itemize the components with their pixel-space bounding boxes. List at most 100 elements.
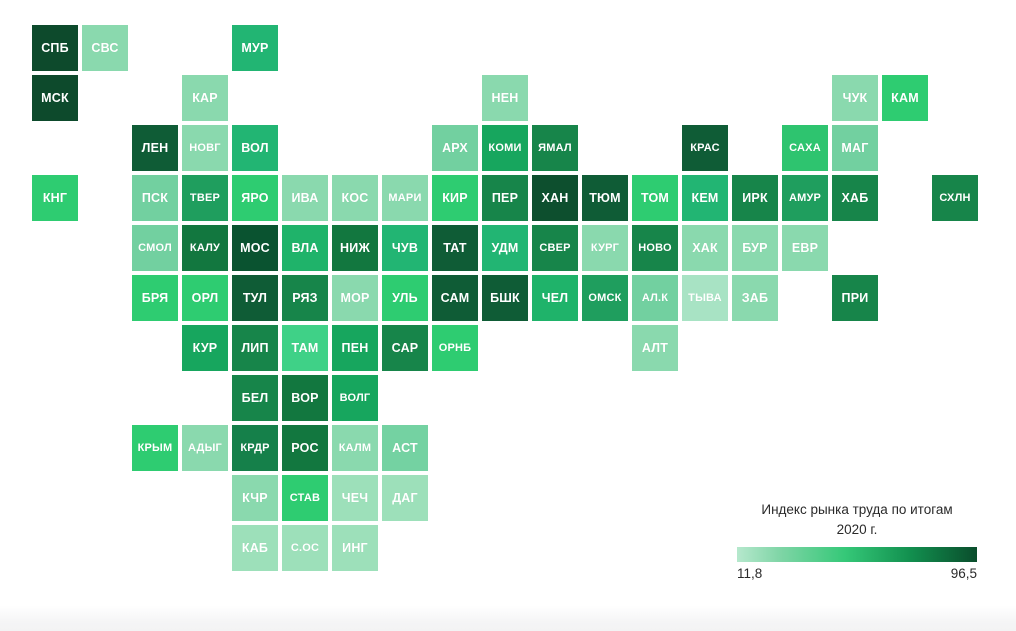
map-tile-вор[interactable]: ВОР (282, 375, 328, 421)
map-tile-label: КРАС (690, 141, 720, 154)
map-tile-омск[interactable]: ОМСК (582, 275, 628, 321)
map-tile-мск[interactable]: МСК (32, 75, 78, 121)
map-tile-заб[interactable]: ЗАБ (732, 275, 778, 321)
map-tile-label: ПРИ (841, 290, 869, 305)
map-tile-алт[interactable]: АЛТ (632, 325, 678, 371)
map-tile-ямал[interactable]: ЯМАЛ (532, 125, 578, 171)
map-tile-label: ОМСК (588, 291, 622, 304)
map-tile-при[interactable]: ПРИ (832, 275, 878, 321)
map-tile-коми[interactable]: КОМИ (482, 125, 528, 171)
map-tile-кам[interactable]: КАМ (882, 75, 928, 121)
map-tile-смол[interactable]: СМОЛ (132, 225, 178, 271)
map-tile-евр[interactable]: ЕВР (782, 225, 828, 271)
map-tile-крым[interactable]: КРЫМ (132, 425, 178, 471)
map-tile-чув[interactable]: ЧУВ (382, 225, 428, 271)
map-tile-сам[interactable]: САМ (432, 275, 478, 321)
map-tile-кос[interactable]: КОС (332, 175, 378, 221)
map-tile-орнб[interactable]: ОРНБ (432, 325, 478, 371)
map-tile-адыг[interactable]: АДЫГ (182, 425, 228, 471)
map-tile-удм[interactable]: УДМ (482, 225, 528, 271)
map-tile-том[interactable]: ТОМ (632, 175, 678, 221)
map-tile-ново[interactable]: НОВО (632, 225, 678, 271)
map-tile-калм[interactable]: КАЛМ (332, 425, 378, 471)
map-tile-аст[interactable]: АСТ (382, 425, 428, 471)
map-tile-бря[interactable]: БРЯ (132, 275, 178, 321)
map-tile-кар[interactable]: КАР (182, 75, 228, 121)
map-tile-арх[interactable]: АРХ (432, 125, 478, 171)
map-tile-бшк[interactable]: БШК (482, 275, 528, 321)
map-tile-кем[interactable]: КЕМ (682, 175, 728, 221)
map-tile-новг[interactable]: НОВГ (182, 125, 228, 171)
map-tile-хаб[interactable]: ХАБ (832, 175, 878, 221)
map-tile-label: ВОЛ (241, 140, 269, 155)
map-tile-ряз[interactable]: РЯЗ (282, 275, 328, 321)
map-tile-тыва[interactable]: ТЫВА (682, 275, 728, 321)
map-tile-label: КЕМ (691, 190, 719, 205)
map-tile-label: ЗАБ (741, 290, 769, 305)
map-tile-label: ПСК (141, 190, 169, 205)
map-tile-твер[interactable]: ТВЕР (182, 175, 228, 221)
map-tile-label: АЛТ (641, 340, 669, 355)
map-tile-лип[interactable]: ЛИП (232, 325, 278, 371)
map-tile-тюм[interactable]: ТЮМ (582, 175, 628, 221)
map-tile-label: ПЕН (341, 340, 369, 355)
map-tile-кчр[interactable]: КЧР (232, 475, 278, 521)
map-tile-хак[interactable]: ХАК (682, 225, 728, 271)
map-tile-каб[interactable]: КАБ (232, 525, 278, 571)
map-tile-кург[interactable]: КУРГ (582, 225, 628, 271)
map-tile-вол[interactable]: ВОЛ (232, 125, 278, 171)
map-tile-лен[interactable]: ЛЕН (132, 125, 178, 171)
map-tile-вла[interactable]: ВЛА (282, 225, 328, 271)
map-tile-там[interactable]: ТАМ (282, 325, 328, 371)
map-tile-label: АЛ.К (641, 291, 669, 304)
map-tile-бур[interactable]: БУР (732, 225, 778, 271)
map-tile-орл[interactable]: ОРЛ (182, 275, 228, 321)
map-tile-чук[interactable]: ЧУК (832, 75, 878, 121)
map-tile-ива[interactable]: ИВА (282, 175, 328, 221)
map-tile-даг[interactable]: ДАГ (382, 475, 428, 521)
map-tile-нен[interactable]: НЕН (482, 75, 528, 121)
map-tile-свс[interactable]: СВС (82, 25, 128, 71)
map-tile-label: АДЫГ (188, 441, 222, 454)
map-tile-схлн[interactable]: СХЛН (932, 175, 978, 221)
map-tile-яро[interactable]: ЯРО (232, 175, 278, 221)
map-tile-мур[interactable]: МУР (232, 25, 278, 71)
map-tile-с-ос[interactable]: С.ОС (282, 525, 328, 571)
map-tile-саха[interactable]: САХА (782, 125, 828, 171)
map-tile-чеч[interactable]: ЧЕЧ (332, 475, 378, 521)
map-tile-кнг[interactable]: КНГ (32, 175, 78, 221)
map-tile-пск[interactable]: ПСК (132, 175, 178, 221)
map-tile-калу[interactable]: КАЛУ (182, 225, 228, 271)
map-tile-свер[interactable]: СВЕР (532, 225, 578, 271)
map-tile-label: АМУР (788, 191, 822, 204)
map-tile-бел[interactable]: БЕЛ (232, 375, 278, 421)
map-tile-ал-к[interactable]: АЛ.К (632, 275, 678, 321)
map-tile-мари[interactable]: МАРИ (382, 175, 428, 221)
map-tile-мос[interactable]: МОС (232, 225, 278, 271)
map-tile-кир[interactable]: КИР (432, 175, 478, 221)
map-tile-крас[interactable]: КРАС (682, 125, 728, 171)
map-tile-хан[interactable]: ХАН (532, 175, 578, 221)
map-tile-ирк[interactable]: ИРК (732, 175, 778, 221)
map-tile-маг[interactable]: МАГ (832, 125, 878, 171)
map-tile-label: ИРК (742, 190, 768, 205)
map-tile-инг[interactable]: ИНГ (332, 525, 378, 571)
map-tile-став[interactable]: СТАВ (282, 475, 328, 521)
map-tile-тул[interactable]: ТУЛ (232, 275, 278, 321)
map-tile-уль[interactable]: УЛЬ (382, 275, 428, 321)
map-tile-рос[interactable]: РОС (282, 425, 328, 471)
map-tile-label: НОВГ (189, 141, 221, 154)
map-tile-label: АРХ (442, 140, 468, 155)
map-tile-спб[interactable]: СПБ (32, 25, 78, 71)
map-tile-кур[interactable]: КУР (182, 325, 228, 371)
map-tile-тат[interactable]: ТАТ (432, 225, 478, 271)
map-tile-крдр[interactable]: КРДР (232, 425, 278, 471)
map-tile-ниж[interactable]: НИЖ (332, 225, 378, 271)
map-tile-амур[interactable]: АМУР (782, 175, 828, 221)
map-tile-чел[interactable]: ЧЕЛ (532, 275, 578, 321)
map-tile-пен[interactable]: ПЕН (332, 325, 378, 371)
map-tile-пер[interactable]: ПЕР (482, 175, 528, 221)
map-tile-волг[interactable]: ВОЛГ (332, 375, 378, 421)
map-tile-сар[interactable]: САР (382, 325, 428, 371)
map-tile-мор[interactable]: МОР (332, 275, 378, 321)
